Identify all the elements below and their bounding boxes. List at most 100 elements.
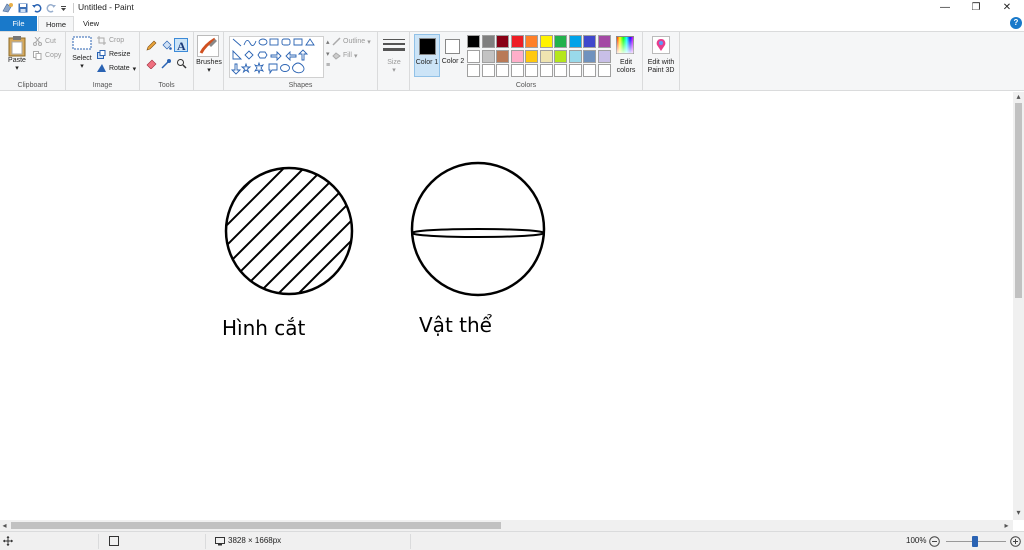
fill-label: Fill: [343, 52, 352, 59]
copy-label: Copy: [45, 52, 62, 59]
palette-swatch[interactable]: [597, 49, 611, 63]
shapes-scroll-up-icon[interactable]: ▴: [326, 38, 330, 46]
copy-button[interactable]: Copy: [33, 51, 61, 60]
edit-colors-button[interactable]: Edit colors: [612, 34, 640, 78]
select-button[interactable]: Select ▾: [70, 35, 94, 71]
palette-swatch[interactable]: [481, 64, 495, 77]
crop-button[interactable]: Crop: [97, 36, 124, 45]
tab-view[interactable]: View: [76, 16, 106, 31]
palette-swatch[interactable]: [583, 49, 596, 63]
zoom-slider-thumb[interactable]: [972, 536, 978, 547]
text-a-icon: A: [177, 39, 186, 53]
palette-swatch[interactable]: [496, 64, 509, 77]
color1-button[interactable]: Color 1: [414, 34, 440, 77]
scroll-right-arrow-icon[interactable]: ▸: [1002, 521, 1011, 530]
palette-swatch[interactable]: [510, 49, 524, 63]
palette-swatch[interactable]: [539, 49, 553, 63]
color-picker-icon[interactable]: [161, 58, 172, 69]
rotate-dropdown-icon[interactable]: ▾: [133, 65, 137, 73]
quick-access-toolbar: [2, 2, 67, 13]
text-tool-button[interactable]: A: [174, 38, 188, 53]
palette-swatch[interactable]: [510, 35, 524, 48]
status-separator: [205, 534, 206, 549]
color-palette: [467, 35, 611, 77]
palette-swatch[interactable]: [539, 64, 553, 77]
palette-swatch[interactable]: [583, 64, 596, 77]
outline-label: Outline: [343, 38, 366, 45]
shapes-gallery[interactable]: [229, 36, 324, 78]
palette-swatch[interactable]: [481, 35, 495, 48]
scroll-up-arrow-icon[interactable]: ▴: [1014, 92, 1023, 101]
palette-swatch[interactable]: [583, 35, 596, 48]
palette-swatch[interactable]: [539, 35, 553, 48]
palette-swatch[interactable]: [568, 35, 582, 48]
ribbon-end-separator: [679, 32, 680, 91]
outline-icon: [332, 37, 341, 46]
save-icon[interactable]: [18, 3, 28, 13]
palette-swatch[interactable]: [496, 49, 509, 63]
palette-swatch[interactable]: [554, 49, 567, 63]
hatch-lines: [226, 168, 352, 294]
palette-swatch[interactable]: [597, 35, 611, 48]
color2-button[interactable]: Color 2: [441, 34, 467, 77]
palette-swatch[interactable]: [554, 64, 567, 77]
shapes-gallery-icons[interactable]: [230, 37, 325, 79]
palette-swatch[interactable]: [467, 35, 480, 48]
palette-swatch[interactable]: [597, 64, 611, 77]
close-button[interactable]: ✕: [991, 0, 1023, 16]
edit-colors-icon: [616, 36, 634, 54]
color1-swatch: [419, 38, 436, 55]
paste-dropdown-icon[interactable]: ▾: [4, 65, 30, 73]
zoom-in-icon[interactable]: [1010, 536, 1021, 547]
palette-swatch[interactable]: [481, 49, 495, 63]
rotate-button[interactable]: Rotate ▾: [97, 64, 136, 73]
shapes-scroll-down-icon[interactable]: ▾: [326, 50, 330, 58]
drawing-canvas[interactable]: Hình cắt Vật thể: [0, 92, 1013, 520]
palette-swatch[interactable]: [525, 49, 538, 63]
palette-swatch[interactable]: [568, 64, 582, 77]
palette-swatch[interactable]: [510, 64, 524, 77]
vertical-scrollbar[interactable]: ▴ ▾: [1013, 92, 1024, 520]
color1-label: Color 1: [415, 59, 439, 66]
undo-icon[interactable]: [32, 3, 42, 13]
pencil-icon[interactable]: [146, 40, 157, 51]
size-dropdown-icon[interactable]: ▾: [378, 67, 410, 75]
ribbon-tabs: File Home View ?: [0, 16, 1024, 31]
vertical-scroll-thumb[interactable]: [1015, 103, 1022, 298]
scroll-down-arrow-icon[interactable]: ▾: [1014, 508, 1023, 517]
magnifier-icon[interactable]: [176, 58, 187, 69]
customize-qat-icon[interactable]: [60, 3, 67, 13]
outline-button[interactable]: Outline ▾: [332, 37, 371, 46]
horizontal-scrollbar[interactable]: ◂ ▸: [0, 520, 1013, 531]
minimize-button[interactable]: —: [929, 0, 961, 16]
palette-swatch[interactable]: [568, 49, 582, 63]
horizontal-scroll-thumb[interactable]: [11, 522, 501, 529]
zoom-out-icon[interactable]: [929, 536, 940, 547]
palette-swatch[interactable]: [554, 35, 567, 48]
tab-file[interactable]: File: [0, 16, 37, 31]
shapes-more-icon[interactable]: ≡: [326, 62, 330, 69]
select-dropdown-icon[interactable]: ▾: [70, 63, 94, 71]
palette-swatch[interactable]: [467, 49, 480, 63]
paste-button[interactable]: Paste ▾: [4, 35, 30, 73]
brushes-group[interactable]: Brushes ▾: [194, 32, 224, 91]
fill-bucket-icon[interactable]: [161, 40, 172, 51]
clipboard-group-label: Clipboard: [17, 82, 48, 89]
scroll-left-arrow-icon[interactable]: ◂: [0, 521, 9, 530]
redo-icon[interactable]: [46, 3, 56, 13]
resize-button[interactable]: Resize: [97, 50, 130, 59]
brushes-dropdown-icon[interactable]: ▾: [194, 67, 224, 75]
palette-swatch[interactable]: [525, 64, 538, 77]
palette-swatch[interactable]: [496, 35, 509, 48]
edit-with-paint3d-button[interactable]: Edit with Paint 3D: [643, 34, 679, 78]
tab-home[interactable]: Home: [38, 16, 74, 31]
palette-swatch[interactable]: [467, 64, 480, 77]
restore-button[interactable]: ❐: [960, 0, 992, 16]
canvas-drawing[interactable]: Hình cắt Vật thể: [0, 92, 1013, 520]
eraser-icon[interactable]: [146, 58, 157, 69]
cut-button[interactable]: Cut: [33, 37, 56, 46]
size-group[interactable]: Size ▾: [378, 32, 410, 91]
help-icon[interactable]: ?: [1010, 17, 1022, 29]
palette-swatch[interactable]: [525, 35, 538, 48]
fill-button[interactable]: Fill ▾: [332, 51, 357, 60]
